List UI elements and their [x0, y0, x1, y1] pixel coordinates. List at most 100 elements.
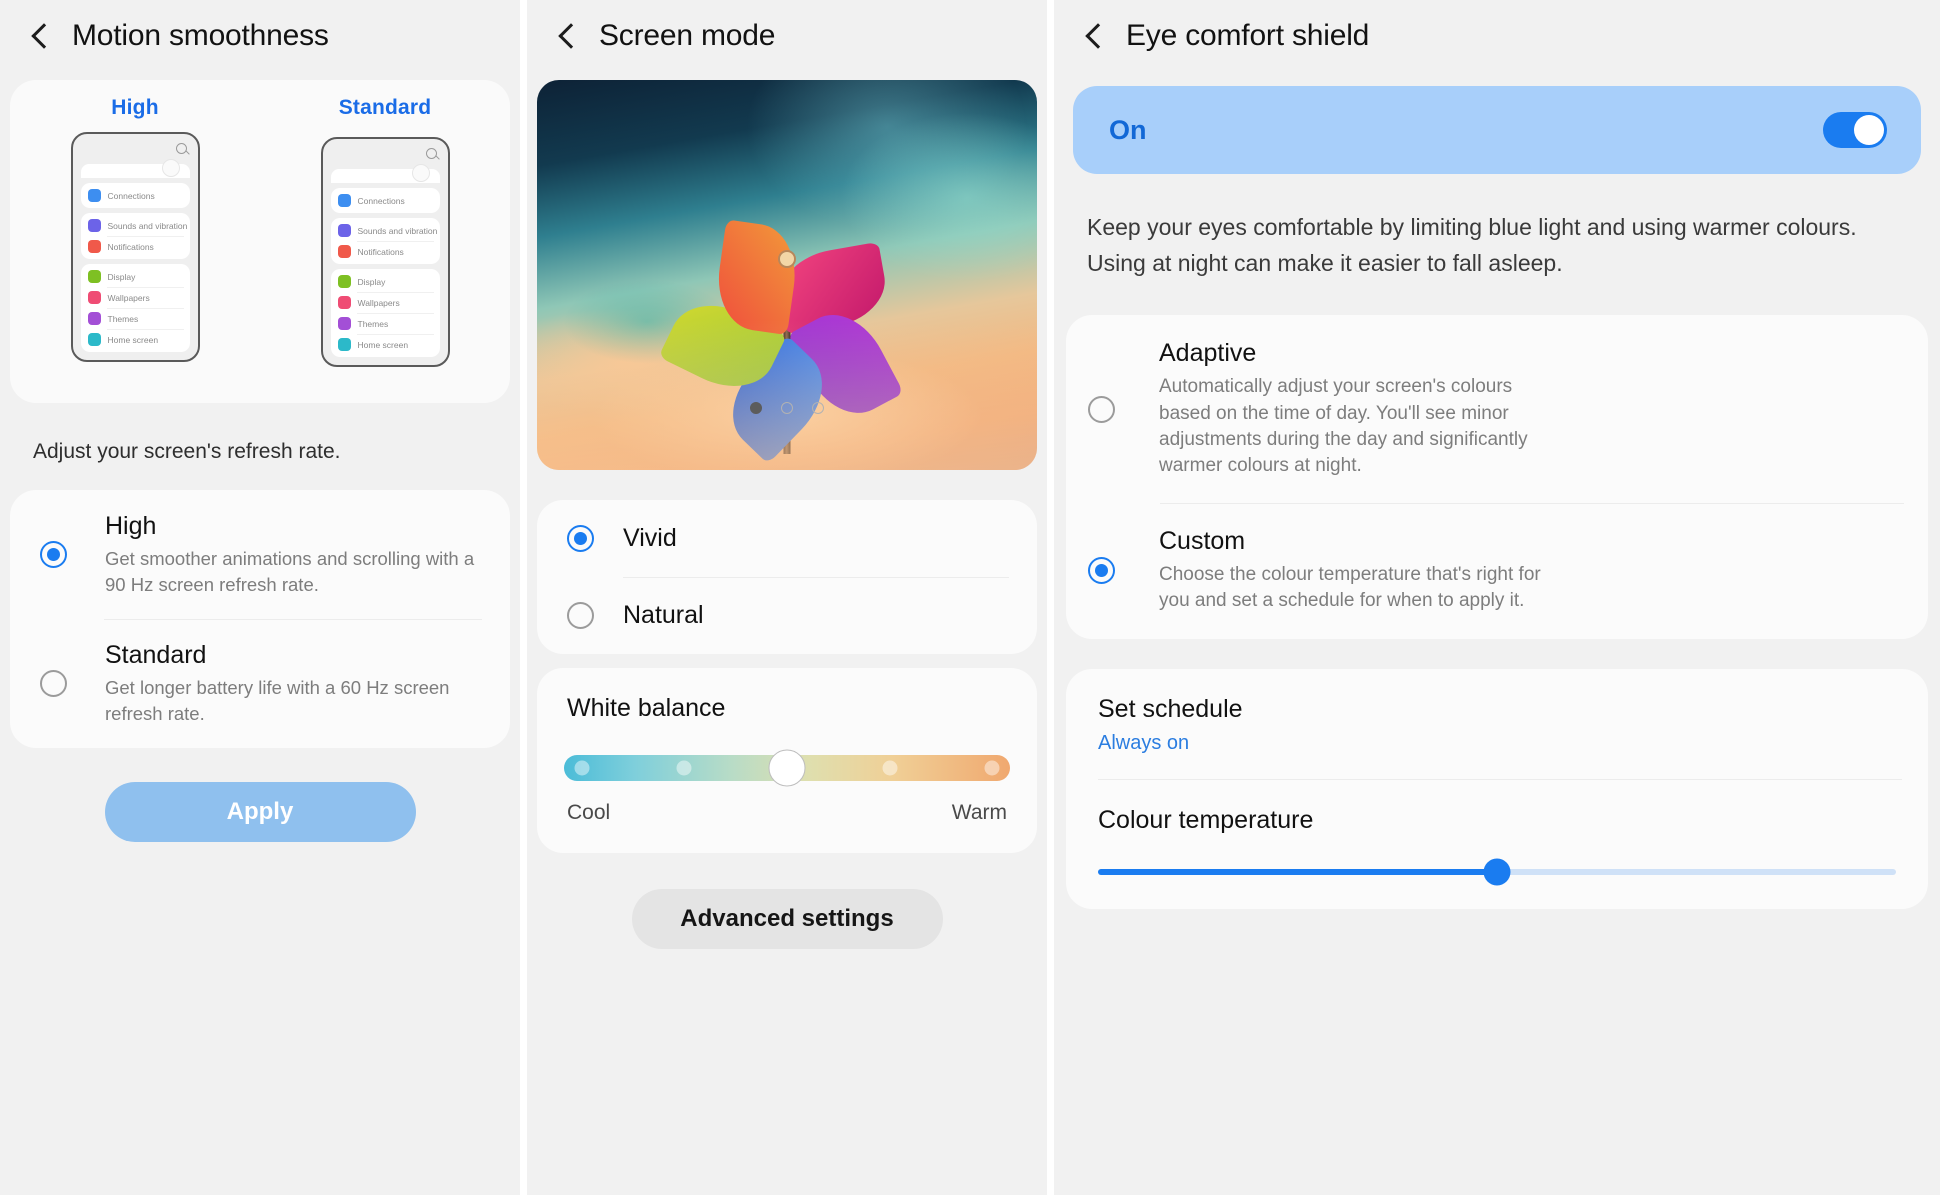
advanced-settings-area: Advanced settings — [527, 853, 1047, 949]
phone-group: Display Wallpapers Themes Home screen — [80, 264, 190, 352]
phone-menu-item: Themes — [331, 313, 440, 334]
phone-group: Display Wallpapers Themes Home screen — [330, 269, 440, 357]
themes-icon — [337, 317, 351, 330]
phone-menu-item: Connections — [331, 190, 440, 211]
themes-icon — [87, 312, 101, 325]
radio-custom[interactable] — [1088, 557, 1115, 585]
panel-divider — [1047, 0, 1054, 1195]
colour-temperature-title: Colour temperature — [1098, 805, 1314, 834]
advanced-settings-button[interactable]: Advanced settings — [631, 889, 943, 949]
colour-temperature-slider[interactable] — [1098, 858, 1896, 886]
phone-menu-item: Connections — [81, 185, 190, 206]
option-adaptive[interactable]: Adaptive Automatically adjust your scree… — [1066, 315, 1928, 503]
phone-menu-item: Display — [331, 271, 440, 292]
option-natural[interactable]: Natural — [537, 577, 1037, 654]
page-title: Screen mode — [599, 19, 776, 52]
phone-menu-item: Sounds and vibration — [331, 220, 440, 241]
phone-menu-label: Themes — [107, 313, 139, 324]
phone-menu-label: Home screen — [357, 339, 409, 350]
refresh-rate-description: Adjust your screen's refresh rate. — [33, 440, 341, 463]
option-custom[interactable]: Custom Choose the colour temperature tha… — [1066, 503, 1928, 638]
slider-tick — [882, 760, 898, 776]
option-standard[interactable]: Standard Get longer battery life with a … — [10, 619, 510, 748]
white-balance-title: White balance — [567, 694, 726, 722]
pager-dot-1[interactable] — [750, 402, 762, 414]
refresh-rate-options: High Get smoother animations and scrolli… — [10, 490, 510, 749]
radio-high[interactable] — [40, 541, 67, 569]
phone-menu-item: Wallpapers — [331, 292, 440, 313]
phone-topbar — [73, 134, 198, 164]
option-vivid[interactable]: Vivid — [537, 500, 1037, 577]
sounds-icon — [337, 224, 351, 237]
phone-profile-pill — [80, 159, 190, 178]
apply-button[interactable]: Apply — [104, 782, 416, 843]
preview-label-high: High — [111, 96, 159, 119]
back-chevron-icon[interactable] — [1080, 19, 1110, 53]
pager-dot-3[interactable] — [812, 402, 824, 414]
apply-button-area: Apply — [0, 748, 520, 843]
radio-standard[interactable] — [40, 670, 67, 698]
connections-icon — [87, 189, 101, 202]
panel-motion-smoothness: Motion smoothness High Connections Sound… — [0, 0, 520, 1195]
slider-tick — [676, 760, 692, 776]
radio-adaptive[interactable] — [1088, 395, 1115, 423]
phone-mock-high: Connections Sounds and vibration Notific… — [70, 132, 200, 362]
phone-menu-item: Wallpapers — [81, 287, 190, 308]
panel-eye-comfort-shield: Eye comfort shield On Keep your eyes com… — [1054, 0, 1940, 1195]
colour-temperature-slider-thumb[interactable] — [1483, 858, 1511, 886]
phone-menu-label: Display — [357, 276, 386, 287]
phone-menu-label: Themes — [357, 318, 389, 329]
phone-menu-label: Display — [107, 271, 136, 282]
screen-mode-header: Screen mode — [527, 0, 1047, 72]
option-custom-subtitle: Choose the colour temperature that's rig… — [1159, 564, 1541, 612]
pager-dot-2[interactable] — [781, 402, 793, 414]
phone-group: Sounds and vibration Notifications — [330, 218, 440, 264]
screen-mode-options: Vivid Natural — [537, 500, 1037, 654]
option-high-title: High — [105, 512, 157, 540]
notifications-icon — [87, 240, 101, 253]
phone-menu-label: Wallpapers — [107, 292, 150, 303]
image-pager — [527, 402, 1047, 414]
preview-column-high: High Connections Sounds and vibration No… — [10, 80, 260, 403]
phone-menu-item: Notifications — [81, 236, 190, 257]
phone-menu-label: Connections — [107, 190, 155, 201]
home-screen-icon — [87, 333, 101, 346]
slider-tick — [574, 760, 590, 776]
phone-menu-label: Notifications — [107, 241, 154, 252]
option-vivid-label: Vivid — [623, 524, 677, 552]
phone-group: Sounds and vibration Notifications — [80, 213, 190, 259]
phone-menu-label: Notifications — [357, 246, 404, 257]
refresh-rate-preview: High Connections Sounds and vibration No… — [10, 80, 510, 403]
phone-menu-label: Wallpapers — [357, 297, 400, 308]
radio-natural[interactable] — [567, 602, 594, 629]
white-balance-labels: Cool Warm — [537, 781, 1037, 825]
phone-menu-item: Home screen — [331, 334, 440, 355]
phone-menu-item: Home screen — [81, 329, 190, 350]
eye-comfort-header: Eye comfort shield — [1054, 0, 1940, 72]
preview-label-standard: Standard — [338, 96, 432, 119]
set-schedule-row[interactable]: Set schedule Always on — [1066, 695, 1928, 755]
back-chevron-icon[interactable] — [26, 19, 56, 53]
search-icon — [425, 148, 437, 159]
phone-menu-label: Home screen — [107, 334, 159, 345]
home-screen-icon — [337, 338, 351, 351]
eye-comfort-toggle-row[interactable]: On — [1073, 86, 1921, 174]
back-chevron-icon[interactable] — [553, 19, 583, 53]
motion-header: Motion smoothness — [0, 0, 520, 72]
option-high[interactable]: High Get smoother animations and scrolli… — [10, 490, 510, 619]
phone-menu-label: Sounds and vibration — [357, 225, 438, 236]
phone-menu-item: Notifications — [331, 241, 440, 262]
connections-icon — [337, 194, 351, 207]
eye-comfort-switch[interactable] — [1823, 112, 1887, 148]
sunset-haze — [537, 320, 1037, 470]
white-balance-slider[interactable] — [564, 749, 1010, 787]
option-standard-title: Standard — [105, 641, 207, 670]
search-icon — [175, 143, 187, 154]
phone-menu-item: Display — [81, 266, 190, 287]
phone-menu-item: Themes — [81, 308, 190, 329]
schedule-temperature-card: Set schedule Always on Colour temperatur… — [1066, 668, 1928, 909]
eye-comfort-description: Keep your eyes comfortable by limiting b… — [1087, 214, 1857, 276]
white-balance-slider-thumb[interactable] — [768, 749, 806, 787]
radio-vivid[interactable] — [567, 525, 594, 552]
phone-menu-label: Sounds and vibration — [107, 220, 188, 231]
